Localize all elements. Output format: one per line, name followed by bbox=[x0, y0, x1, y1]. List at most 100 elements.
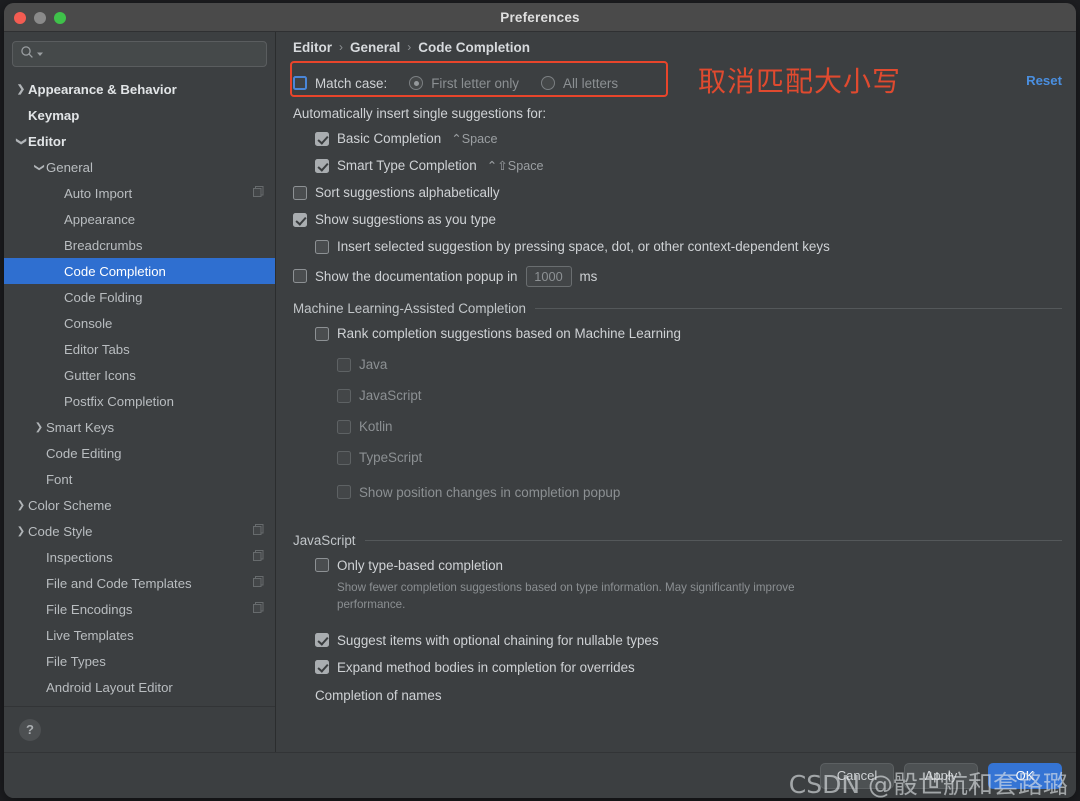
cancel-button[interactable]: Cancel bbox=[820, 762, 894, 789]
sidebar-item-auto-import[interactable]: Auto Import bbox=[4, 180, 275, 206]
copy-settings-icon[interactable] bbox=[252, 185, 265, 201]
sort-alphabetically-checkbox[interactable] bbox=[293, 185, 307, 200]
first-letter-only-radio[interactable] bbox=[409, 76, 424, 90]
ml-section-title: Machine Learning-Assisted Completion bbox=[293, 301, 526, 316]
show-as-you-type-checkbox[interactable] bbox=[293, 212, 307, 227]
ml-language-label: TypeScript bbox=[359, 450, 423, 465]
sidebar-item-appearance[interactable]: Appearance bbox=[4, 206, 275, 232]
ml-language-checkbox-typescript[interactable] bbox=[337, 450, 351, 465]
js-section-title: JavaScript bbox=[293, 533, 356, 548]
js-only-type-based-checkbox[interactable] bbox=[315, 558, 329, 572]
insert-selected-checkbox[interactable] bbox=[315, 239, 329, 254]
search-dropdown-icon[interactable] bbox=[37, 45, 44, 63]
match-case-checkbox[interactable] bbox=[293, 76, 307, 90]
chevron-down-icon[interactable]: ❯ bbox=[34, 160, 45, 174]
chevron-right-icon[interactable]: ❯ bbox=[14, 84, 28, 95]
ml-language-checkbox-java[interactable] bbox=[337, 357, 351, 372]
js-completion-of-names-label: Completion of names bbox=[315, 688, 442, 704]
sidebar-item-keymap[interactable]: Keymap bbox=[4, 102, 275, 128]
search-input[interactable] bbox=[47, 47, 259, 61]
first-letter-only-label: First letter only bbox=[431, 75, 520, 91]
sidebar-item-file-encodings[interactable]: File Encodings bbox=[4, 596, 275, 622]
sidebar-item-smart-keys[interactable]: ❯ Smart Keys bbox=[4, 414, 275, 440]
sidebar-item-copyright[interactable]: ❯Copyright bbox=[4, 700, 275, 707]
chevron-down-icon[interactable]: ❯ bbox=[16, 134, 27, 148]
match-case-label: Match case: bbox=[315, 75, 388, 91]
sidebar-item-file-types[interactable]: File Types bbox=[4, 648, 275, 674]
sidebar-item-editor[interactable]: ❯ Editor bbox=[4, 128, 275, 154]
sidebar-item-postfix-completion[interactable]: Postfix Completion bbox=[4, 388, 275, 414]
help-bar: ? bbox=[4, 706, 275, 752]
copy-settings-icon[interactable] bbox=[252, 705, 265, 706]
basic-completion-checkbox[interactable] bbox=[315, 131, 329, 146]
sidebar-item-label: Font bbox=[46, 471, 73, 487]
js-expand-method-checkbox[interactable] bbox=[315, 660, 329, 675]
chevron-right-icon[interactable]: ❯ bbox=[14, 526, 28, 537]
search-icon bbox=[20, 45, 34, 64]
sort-alphabetically-label: Sort suggestions alphabetically bbox=[315, 185, 500, 200]
sidebar-item-editor-tabs[interactable]: Editor Tabs bbox=[4, 336, 275, 362]
settings-content: Editor › General › Code Completion Reset… bbox=[276, 32, 1076, 752]
sidebar-item-label: Inspections bbox=[46, 549, 113, 565]
smart-type-completion-checkbox[interactable] bbox=[315, 158, 329, 173]
doc-popup-label: Show the documentation popup in bbox=[315, 268, 518, 284]
window-controls bbox=[14, 12, 66, 24]
search-box[interactable] bbox=[12, 41, 267, 67]
breadcrumb-general[interactable]: General bbox=[350, 40, 400, 55]
breadcrumb-editor[interactable]: Editor bbox=[293, 40, 332, 55]
copy-settings-icon[interactable] bbox=[252, 523, 265, 539]
copy-settings-icon[interactable] bbox=[252, 601, 265, 617]
show-as-you-type-label: Show suggestions as you type bbox=[315, 212, 496, 227]
ml-language-label: Java bbox=[359, 357, 388, 372]
sidebar-item-code-style[interactable]: ❯ Code Style bbox=[4, 518, 275, 544]
chevron-right-icon[interactable]: ❯ bbox=[32, 422, 46, 433]
doc-popup-checkbox[interactable] bbox=[293, 269, 307, 283]
smart-type-completion-row: Smart Type Completion ⌃⇧Space bbox=[315, 152, 1062, 179]
minimize-window-button[interactable] bbox=[34, 12, 46, 24]
copy-settings-icon[interactable] bbox=[252, 549, 265, 565]
apply-button[interactable]: Apply bbox=[904, 762, 978, 789]
ml-position-changes-checkbox[interactable] bbox=[337, 485, 351, 499]
ml-language-checkbox-javascript[interactable] bbox=[337, 388, 351, 403]
sidebar-item-color-scheme[interactable]: ❯ Color Scheme bbox=[4, 492, 275, 518]
sidebar-item-android-layout-editor[interactable]: Android Layout Editor bbox=[4, 674, 275, 700]
js-expand-method-label: Expand method bodies in completion for o… bbox=[337, 659, 635, 675]
ml-position-changes-label: Show position changes in completion popu… bbox=[359, 484, 621, 500]
sidebar-item-live-templates[interactable]: Live Templates bbox=[4, 622, 275, 648]
copy-settings-icon[interactable] bbox=[252, 575, 265, 591]
ml-language-checkbox-kotlin[interactable] bbox=[337, 419, 351, 434]
doc-popup-delay-input[interactable]: 1000 bbox=[525, 265, 572, 287]
settings-tree[interactable]: ❯ Appearance & Behavior Keymap ❯ Editor ❯ Gene… bbox=[4, 74, 275, 706]
sidebar-item-label: File Encodings bbox=[46, 601, 133, 617]
js-optional-chaining-checkbox[interactable] bbox=[315, 633, 329, 648]
sidebar-item-label: Color Scheme bbox=[28, 497, 112, 513]
smart-type-completion-label: Smart Type Completion bbox=[337, 158, 477, 173]
sidebar-item-file-and-code-templates[interactable]: File and Code Templates bbox=[4, 570, 275, 596]
sidebar-item-inspections[interactable]: Inspections bbox=[4, 544, 275, 570]
search-container bbox=[4, 32, 275, 74]
sidebar-item-code-editing[interactable]: Code Editing bbox=[4, 440, 275, 466]
sidebar-item-console[interactable]: Console bbox=[4, 310, 275, 336]
help-button[interactable]: ? bbox=[19, 718, 41, 741]
sidebar-item-appearance-behavior[interactable]: ❯ Appearance & Behavior bbox=[4, 76, 275, 102]
chevron-right-icon[interactable]: ❯ bbox=[14, 500, 28, 511]
maximize-window-button[interactable] bbox=[54, 12, 66, 24]
ok-button[interactable]: OK bbox=[988, 762, 1062, 789]
sidebar-item-code-folding[interactable]: Code Folding bbox=[4, 284, 275, 310]
sidebar-item-font[interactable]: Font bbox=[4, 466, 275, 492]
doc-popup-unit-label: ms bbox=[579, 268, 598, 284]
ml-rank-checkbox[interactable] bbox=[315, 326, 329, 341]
sidebar-item-label: Copyright bbox=[28, 706, 252, 707]
sidebar-item-gutter-icons[interactable]: Gutter Icons bbox=[4, 362, 275, 388]
sidebar-item-label: Live Templates bbox=[46, 627, 134, 643]
sidebar-item-breadcrumbs[interactable]: Breadcrumbs bbox=[4, 232, 275, 258]
section-divider bbox=[534, 308, 1062, 309]
all-letters-radio[interactable] bbox=[541, 76, 556, 90]
close-window-button[interactable] bbox=[14, 12, 26, 24]
all-letters-label: All letters bbox=[563, 75, 619, 91]
sidebar-item-code-completion[interactable]: Code Completion bbox=[4, 258, 275, 284]
sidebar-item-label: Gutter Icons bbox=[64, 367, 136, 383]
breadcrumb: Editor › General › Code Completion bbox=[276, 32, 1076, 60]
sidebar-item-general[interactable]: ❯ General bbox=[4, 154, 275, 180]
auto-insert-header-row: Automatically insert single suggestions … bbox=[293, 101, 1062, 125]
